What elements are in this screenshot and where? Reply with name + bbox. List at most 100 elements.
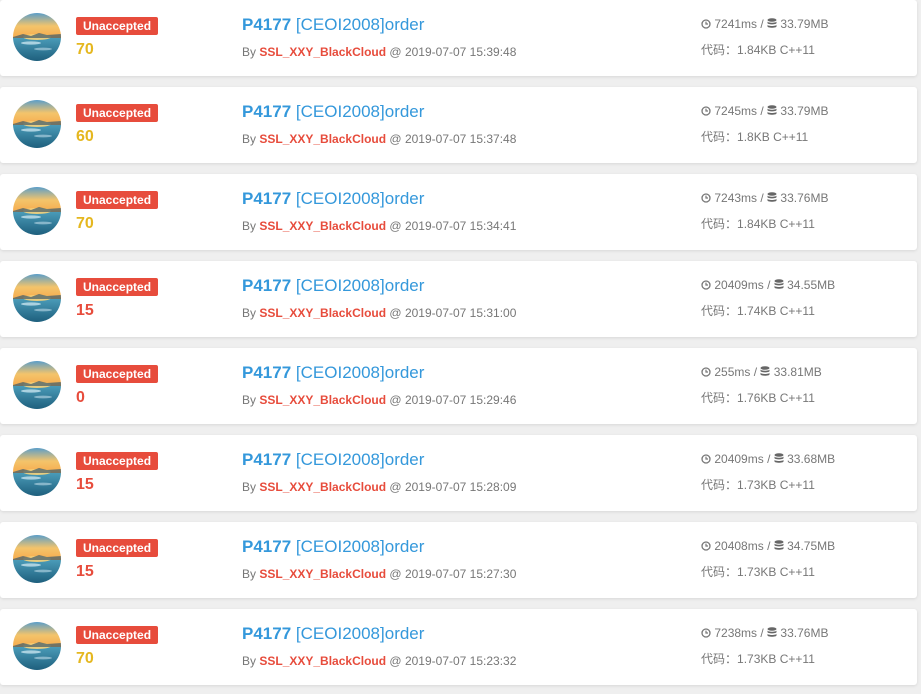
problem-link[interactable]: P4177 [CEOI2008]order <box>242 448 424 472</box>
status-badge: Unaccepted <box>76 191 159 209</box>
username-link[interactable]: SSL_XXY_BlackCloud <box>259 567 386 581</box>
database-icon <box>767 105 777 116</box>
language: C++11 <box>779 217 815 231</box>
memory-used: 33.79MB <box>780 17 829 31</box>
run-stats: 255ms / 33.81MB <box>701 364 822 380</box>
user-avatar[interactable] <box>13 100 61 148</box>
run-time: 7245ms <box>714 104 758 118</box>
database-icon <box>774 540 784 551</box>
problem-name: [CEOI2008]order <box>295 624 425 643</box>
run-time: 7243ms <box>714 191 758 205</box>
score: 70 <box>76 41 94 58</box>
memory-used: 33.79MB <box>780 104 829 118</box>
problem-link[interactable]: P4177 [CEOI2008]order <box>242 274 424 298</box>
stats-separator: / <box>760 626 764 640</box>
at-label: @ <box>389 219 402 233</box>
score: 70 <box>76 215 94 232</box>
problem-link[interactable]: P4177 [CEOI2008]order <box>242 622 424 646</box>
stats-separator: / <box>767 278 771 292</box>
problem-link[interactable]: P4177 [CEOI2008]order <box>242 187 424 211</box>
database-icon <box>767 192 777 203</box>
user-avatar[interactable] <box>13 13 61 61</box>
problem-link[interactable]: P4177 [CEOI2008]order <box>242 13 424 37</box>
submit-datetime: 2019-07-07 15:28:09 <box>404 480 517 494</box>
submission-record[interactable]: Unaccepted 15 P4177 [CEOI2008]order By S… <box>0 522 917 598</box>
submit-datetime: 2019-07-07 15:34:41 <box>404 219 517 233</box>
run-stats: 7238ms / 33.76MB <box>701 625 828 641</box>
code-label: 代码： <box>701 217 738 231</box>
user-avatar[interactable] <box>13 535 61 583</box>
memory-used: 33.76MB <box>780 191 829 205</box>
submission-record[interactable]: Unaccepted 60 P4177 [CEOI2008]order By S… <box>0 87 917 163</box>
by-label: By <box>242 654 257 668</box>
clock-icon <box>701 193 711 203</box>
problem-link[interactable]: P4177 [CEOI2008]order <box>242 535 424 559</box>
problem-link[interactable]: P4177 [CEOI2008]order <box>242 100 424 124</box>
username-link[interactable]: SSL_XXY_BlackCloud <box>259 45 386 59</box>
submission-record[interactable]: Unaccepted 70 P4177 [CEOI2008]order By S… <box>0 609 917 685</box>
clock-icon <box>701 280 711 290</box>
code-label: 代码： <box>701 565 738 579</box>
memory-used: 33.81MB <box>773 365 822 379</box>
language: C++11 <box>779 652 815 666</box>
code-size: 1.74KB <box>737 304 777 318</box>
username-link[interactable]: SSL_XXY_BlackCloud <box>259 393 386 407</box>
submission-record[interactable]: Unaccepted 15 P4177 [CEOI2008]order By S… <box>0 261 917 337</box>
username-link[interactable]: SSL_XXY_BlackCloud <box>259 306 386 320</box>
status-badge: Unaccepted <box>76 539 159 557</box>
user-avatar[interactable] <box>13 622 61 670</box>
username-link[interactable]: SSL_XXY_BlackCloud <box>259 654 386 668</box>
problem-id: P4177 <box>242 624 292 643</box>
username-link[interactable]: SSL_XXY_BlackCloud <box>259 219 386 233</box>
code-info: 代码：1.73KB C++11 <box>701 564 815 580</box>
code-size: 1.76KB <box>737 391 777 405</box>
submission-meta: By SSL_XXY_BlackCloud @ 2019-07-07 15:27… <box>242 566 516 582</box>
code-info: 代码：1.73KB C++11 <box>701 651 815 667</box>
code-info: 代码：1.84KB C++11 <box>701 216 815 232</box>
avatar-image <box>13 100 61 148</box>
submission-record[interactable]: Unaccepted 0 P4177 [CEOI2008]order By SS… <box>0 348 917 424</box>
database-icon <box>760 366 770 377</box>
at-label: @ <box>389 567 402 581</box>
by-label: By <box>242 45 257 59</box>
status-badge: Unaccepted <box>76 365 159 383</box>
user-avatar[interactable] <box>13 274 61 322</box>
database-icon <box>767 627 777 638</box>
code-info: 代码：1.84KB C++11 <box>701 42 815 58</box>
submission-record[interactable]: Unaccepted 15 P4177 [CEOI2008]order By S… <box>0 435 917 511</box>
submit-datetime: 2019-07-07 15:23:32 <box>404 654 517 668</box>
run-stats: 7243ms / 33.76MB <box>701 190 828 206</box>
status-badge: Unaccepted <box>76 104 159 122</box>
stats-separator: / <box>760 17 764 31</box>
avatar-image <box>13 361 61 409</box>
problem-id: P4177 <box>242 450 292 469</box>
code-info: 代码：1.76KB C++11 <box>701 390 815 406</box>
user-avatar[interactable] <box>13 187 61 235</box>
user-avatar[interactable] <box>13 361 61 409</box>
problem-id: P4177 <box>242 537 292 556</box>
submission-record[interactable]: Unaccepted 70 P4177 [CEOI2008]order By S… <box>0 0 917 76</box>
user-avatar[interactable] <box>13 448 61 496</box>
run-stats: 20408ms / 34.75MB <box>701 538 835 554</box>
code-info: 代码：1.74KB C++11 <box>701 303 815 319</box>
username-link[interactable]: SSL_XXY_BlackCloud <box>259 480 386 494</box>
by-label: By <box>242 132 257 146</box>
database-icon <box>767 18 777 29</box>
avatar-image <box>13 187 61 235</box>
run-stats: 20409ms / 34.55MB <box>701 277 835 293</box>
submission-meta: By SSL_XXY_BlackCloud @ 2019-07-07 15:29… <box>242 392 516 408</box>
submit-datetime: 2019-07-07 15:31:00 <box>404 306 517 320</box>
run-time: 255ms <box>714 365 751 379</box>
username-link[interactable]: SSL_XXY_BlackCloud <box>259 132 386 146</box>
language: C++11 <box>779 478 815 492</box>
code-label: 代码： <box>701 391 738 405</box>
at-label: @ <box>389 654 402 668</box>
problem-link[interactable]: P4177 [CEOI2008]order <box>242 361 424 385</box>
clock-icon <box>701 454 711 464</box>
avatar-image <box>13 535 61 583</box>
code-size: 1.73KB <box>737 652 777 666</box>
submission-record[interactable]: Unaccepted 70 P4177 [CEOI2008]order By S… <box>0 174 917 250</box>
submission-meta: By SSL_XXY_BlackCloud @ 2019-07-07 15:34… <box>242 218 516 234</box>
database-icon <box>774 279 784 290</box>
submission-meta: By SSL_XXY_BlackCloud @ 2019-07-07 15:31… <box>242 305 516 321</box>
